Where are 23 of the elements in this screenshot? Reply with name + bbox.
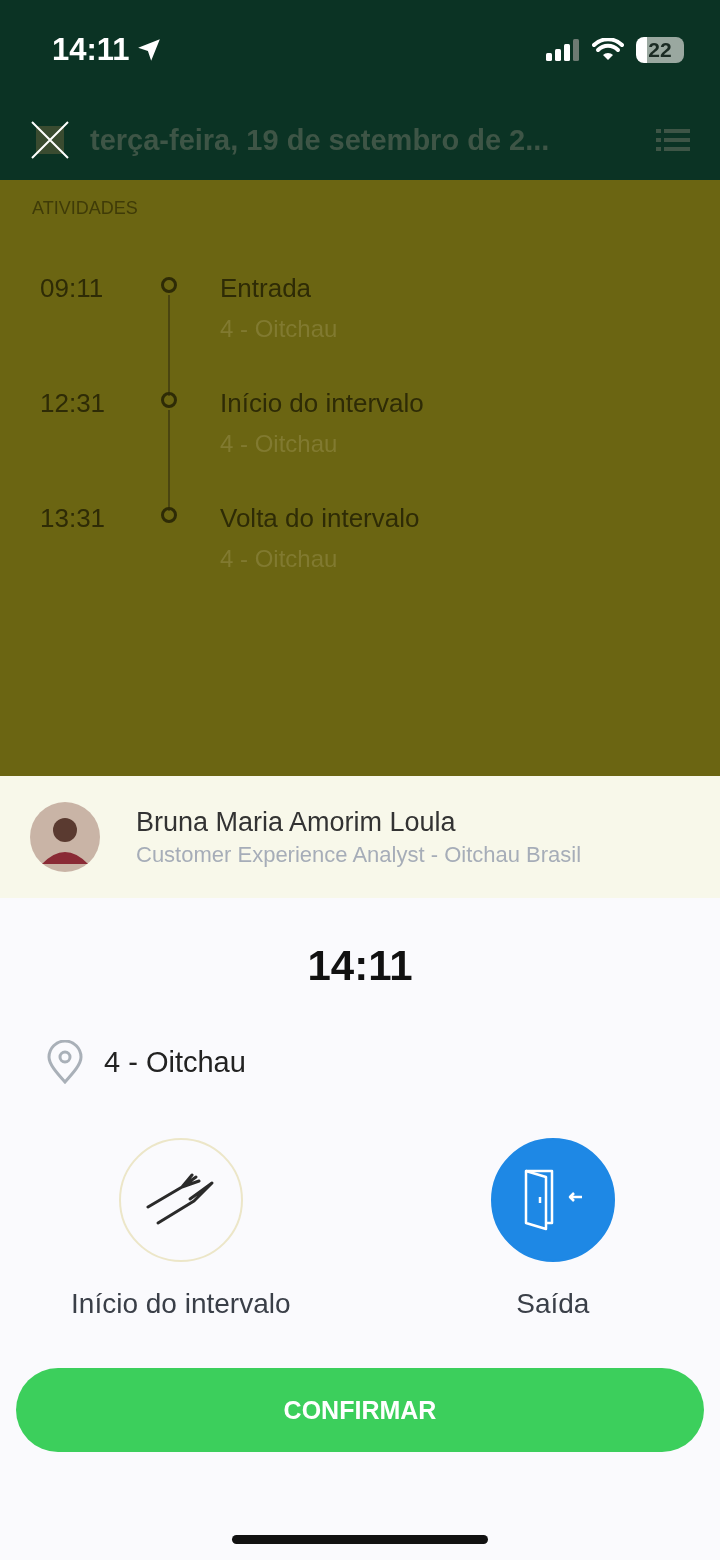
location-pin-icon xyxy=(46,1040,84,1084)
timeline-dot xyxy=(161,277,177,293)
confirm-button[interactable]: CONFIRMAR xyxy=(16,1368,704,1452)
wifi-icon xyxy=(592,38,624,62)
activity-time: 12:31 xyxy=(39,388,107,420)
location-text: 4 - Oitchau xyxy=(104,1045,246,1079)
profile-name: Bruna Maria Amorim Loula xyxy=(136,806,457,838)
battery-icon: 22 xyxy=(636,37,684,63)
activity-title: Entrada xyxy=(220,273,313,303)
current-time: 14:11 xyxy=(307,942,413,990)
activity-time: 13:31 xyxy=(39,503,107,535)
timeline-dot xyxy=(161,392,177,408)
activity-time: 09:11 xyxy=(39,273,105,305)
option-label: Saída xyxy=(516,1288,590,1320)
activity-title: Volta do intervalo xyxy=(220,503,420,533)
avatar xyxy=(30,802,100,872)
timeline-dot xyxy=(161,507,177,523)
signal-icon xyxy=(546,39,580,61)
status-time: 14:11 xyxy=(52,32,130,68)
option-label: Início do intervalo xyxy=(71,1288,291,1320)
activity-title: Início do intervalo xyxy=(220,388,424,418)
calendar-crossed-icon xyxy=(30,120,70,160)
profile-role: Customer Experience Analyst - Oitchau Brasil xyxy=(136,841,582,868)
